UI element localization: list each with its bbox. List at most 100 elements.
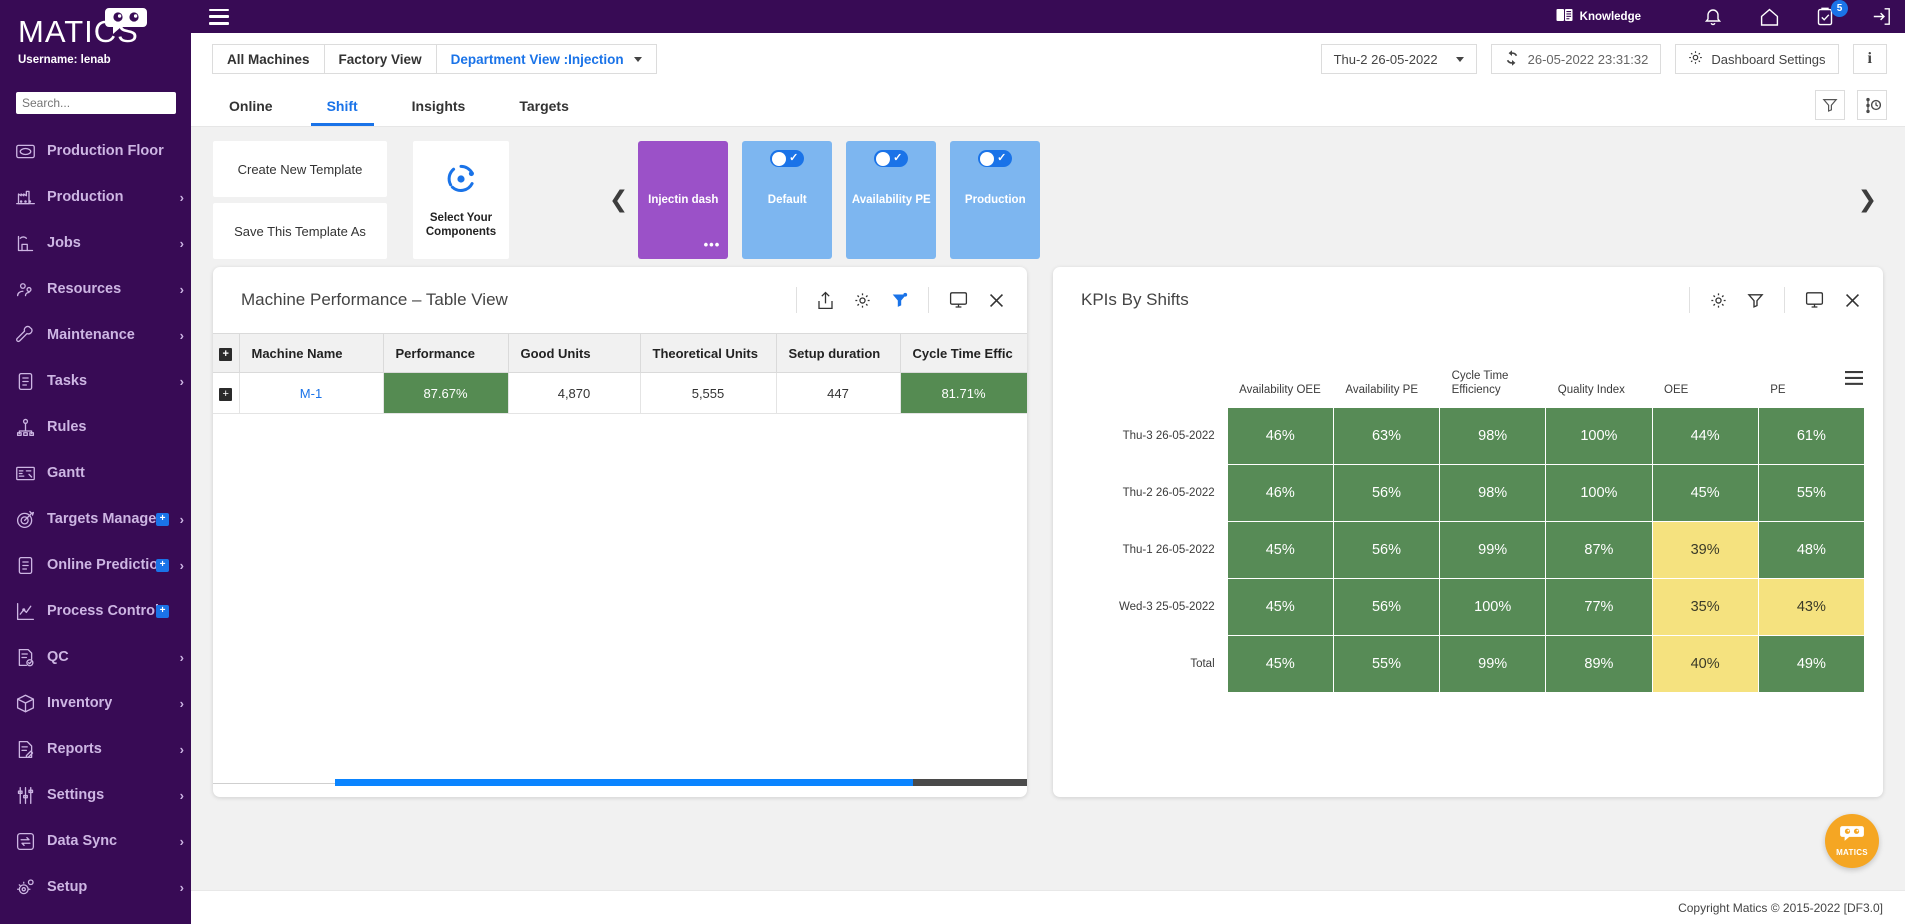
search-input[interactable] bbox=[16, 92, 176, 114]
hamburger-menu-icon[interactable] bbox=[209, 8, 229, 25]
sidebar-item-inventory[interactable]: Inventory › bbox=[0, 680, 191, 726]
card-toggle-switch[interactable]: ✓ bbox=[874, 150, 909, 167]
matics-chat-button[interactable]: MATICS bbox=[1825, 814, 1879, 868]
export-icon[interactable] bbox=[817, 291, 834, 310]
dashboard-card-availability-pe[interactable]: ✓ Availability PE bbox=[846, 141, 937, 259]
sidebar-item-production[interactable]: Production › bbox=[0, 174, 191, 220]
close-icon[interactable] bbox=[1844, 292, 1861, 309]
scrollbar-remainder[interactable] bbox=[913, 779, 1027, 786]
card-more-options-icon[interactable]: ••• bbox=[704, 238, 721, 251]
sidebar-item-resources[interactable]: Resources › bbox=[0, 266, 191, 312]
sidebar-item-targets-manage[interactable]: Targets Manage... + › bbox=[0, 496, 191, 542]
tab-online[interactable]: Online bbox=[213, 98, 289, 126]
dashboard-settings-button[interactable]: Dashboard Settings bbox=[1675, 44, 1839, 74]
card-toggle-switch[interactable]: ✓ bbox=[770, 150, 805, 167]
sidebar-item-gantt[interactable]: Gantt bbox=[0, 450, 191, 496]
expand-all-header[interactable]: + bbox=[213, 333, 240, 373]
close-icon[interactable] bbox=[988, 292, 1005, 309]
chevron-right-icon[interactable]: › bbox=[180, 512, 184, 527]
sidebar-item-settings[interactable]: Settings › bbox=[0, 772, 191, 818]
card-toggle-switch[interactable]: ✓ bbox=[978, 150, 1013, 167]
all-machines-button[interactable]: All Machines bbox=[212, 44, 325, 74]
components-icon bbox=[444, 162, 478, 201]
chevron-right-icon[interactable]: › bbox=[180, 328, 184, 343]
kpi-cell: 45% bbox=[1226, 521, 1334, 579]
kpi-cell: 48% bbox=[1757, 521, 1866, 579]
sidebar-item-setup[interactable]: Setup › bbox=[0, 864, 191, 910]
hamburger-chart-menu-icon[interactable] bbox=[1845, 371, 1863, 390]
chevron-right-icon[interactable]: › bbox=[180, 742, 184, 757]
sidebar-item-rules[interactable]: Rules bbox=[0, 404, 191, 450]
create-new-template-button[interactable]: Create New Template bbox=[213, 141, 387, 197]
sidebar-item-jobs[interactable]: Jobs › bbox=[0, 220, 191, 266]
chevron-right-icon[interactable]: › bbox=[180, 880, 184, 895]
cell-machine-name[interactable]: M-1 bbox=[239, 372, 384, 414]
carousel-next-icon[interactable]: ❯ bbox=[1848, 188, 1887, 212]
chevron-right-icon[interactable]: › bbox=[180, 696, 184, 711]
col-theoretical-units[interactable]: Theoretical Units bbox=[640, 333, 777, 373]
col-performance[interactable]: Performance bbox=[383, 333, 509, 373]
sidebar-item-data-sync[interactable]: Data Sync › bbox=[0, 818, 191, 864]
sidebar-item-process-control[interactable]: Process Control + bbox=[0, 588, 191, 634]
notifications-bell-icon[interactable] bbox=[1703, 7, 1723, 27]
fullscreen-monitor-icon[interactable] bbox=[949, 291, 968, 309]
select-components-card[interactable]: Select Your Components bbox=[413, 141, 509, 259]
sidebar-item-qc[interactable]: QC › bbox=[0, 634, 191, 680]
machine-panel-title: Machine Performance – Table View bbox=[241, 290, 508, 309]
tab-insights[interactable]: Insights bbox=[396, 98, 482, 126]
wrench-icon bbox=[14, 324, 36, 346]
fullscreen-monitor-icon[interactable] bbox=[1805, 291, 1824, 309]
chevron-right-icon[interactable]: › bbox=[180, 650, 184, 665]
chevron-right-icon[interactable]: › bbox=[180, 558, 184, 573]
filter-active-icon[interactable] bbox=[891, 292, 908, 309]
factory-view-button[interactable]: Factory View bbox=[323, 44, 437, 74]
info-button[interactable]: i bbox=[1852, 44, 1887, 74]
sidebar-item-maintenance[interactable]: Maintenance › bbox=[0, 312, 191, 358]
kpi-cell: 77% bbox=[1545, 578, 1653, 636]
dashboard-card-injectin-dash[interactable]: Injectin dash ••• bbox=[638, 141, 729, 259]
chevron-right-icon[interactable]: › bbox=[180, 236, 184, 251]
chevron-right-icon[interactable]: › bbox=[180, 788, 184, 803]
col-good-units[interactable]: Good Units bbox=[508, 333, 641, 373]
col-setup-duration[interactable]: Setup duration bbox=[776, 333, 901, 373]
department-view-button[interactable]: Department View :Injection bbox=[435, 44, 657, 74]
table-row[interactable]: + M-1 87.67% 4,870 5,555 447 81.71% bbox=[213, 372, 1027, 414]
plus-icon[interactable]: + bbox=[219, 348, 233, 361]
chevron-right-icon[interactable]: › bbox=[180, 282, 184, 297]
col-machine-name[interactable]: Machine Name bbox=[239, 333, 384, 373]
sidebar-item-tasks[interactable]: Tasks › bbox=[0, 358, 191, 404]
plus-icon[interactable]: + bbox=[219, 388, 233, 401]
sidebar-item-badge[interactable]: + bbox=[156, 558, 169, 572]
row-expand-cell[interactable]: + bbox=[213, 372, 240, 414]
refresh-button[interactable]: 26-05-2022 23:31:32 bbox=[1490, 44, 1662, 74]
filter-icon[interactable] bbox=[1747, 292, 1764, 309]
sidebar-item-badge[interactable]: + bbox=[156, 604, 169, 618]
save-template-as-button[interactable]: Save This Template As bbox=[213, 203, 387, 259]
col-cycle-time-efficiency[interactable]: Cycle Time Effic bbox=[900, 333, 1027, 373]
shift-selector-button[interactable]: Thu-2 26-05-2022 bbox=[1320, 44, 1477, 74]
knowledge-button[interactable]: Knowledge bbox=[1556, 8, 1641, 25]
table-horizontal-scrollbar[interactable] bbox=[213, 775, 1027, 797]
chevron-right-icon[interactable]: › bbox=[180, 374, 184, 389]
sidebar-item-badge[interactable]: + bbox=[156, 512, 169, 526]
sidebar-item-reports[interactable]: Reports › bbox=[0, 726, 191, 772]
sidebar-item-production-floor[interactable]: Production Floor bbox=[0, 128, 191, 174]
scrollbar-thumb[interactable] bbox=[335, 779, 913, 786]
filter-button[interactable] bbox=[1815, 90, 1845, 120]
tab-shift[interactable]: Shift bbox=[310, 98, 374, 126]
chevron-right-icon[interactable]: › bbox=[180, 190, 184, 205]
dashboard-card-production[interactable]: ✓ Production bbox=[950, 141, 1041, 259]
time-filter-button[interactable] bbox=[1857, 90, 1887, 120]
sidebar-item-online-prediction[interactable]: Online Prediction + › bbox=[0, 542, 191, 588]
carousel-prev-icon[interactable]: ❮ bbox=[599, 188, 638, 212]
gear-icon[interactable] bbox=[854, 292, 871, 309]
tab-targets[interactable]: Targets bbox=[503, 98, 585, 126]
chart-line-icon bbox=[14, 600, 36, 622]
kpi-row: Total 45% 55% 99% 89% 40% 49% bbox=[1061, 635, 1866, 693]
tasks-clipboard-icon[interactable]: 5 bbox=[1815, 0, 1848, 27]
chevron-right-icon[interactable]: › bbox=[180, 834, 184, 849]
dashboard-card-default[interactable]: ✓ Default bbox=[742, 141, 833, 259]
logout-icon[interactable] bbox=[1871, 7, 1891, 27]
gear-icon[interactable] bbox=[1710, 292, 1727, 309]
home-icon[interactable] bbox=[1759, 7, 1779, 27]
